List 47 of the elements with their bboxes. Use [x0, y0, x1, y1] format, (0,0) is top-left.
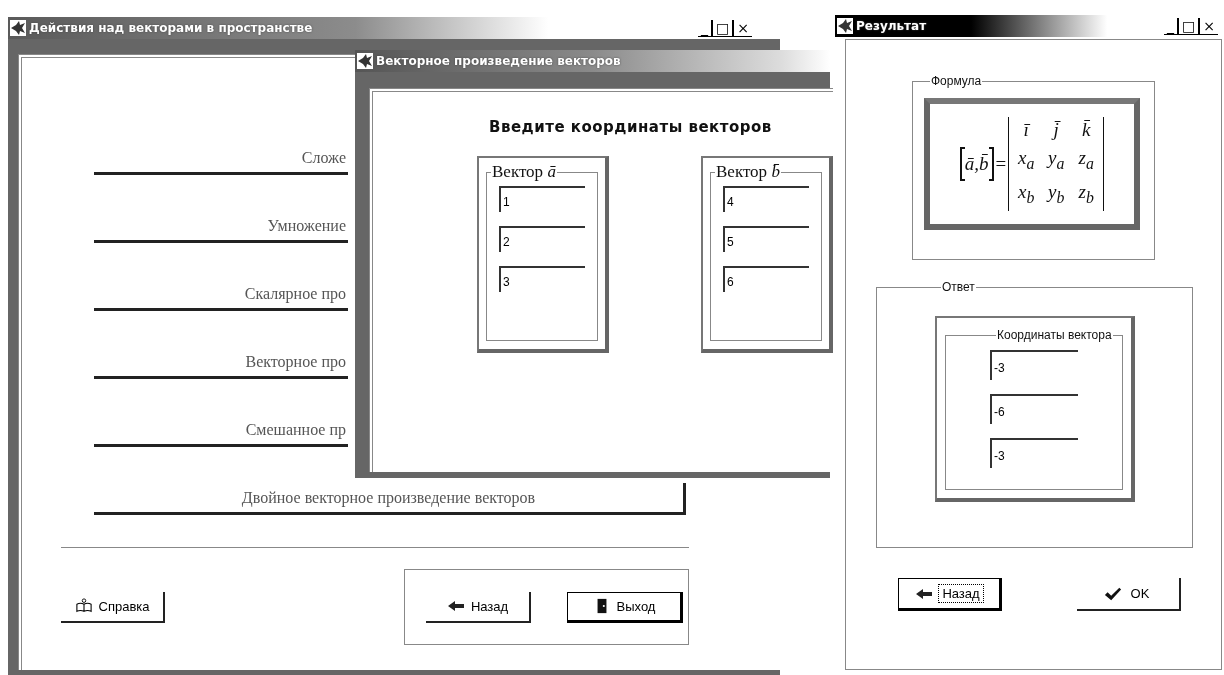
- input-field[interactable]: 1: [499, 186, 585, 212]
- close-button[interactable]: ×: [732, 19, 752, 37]
- bird-icon: [10, 20, 26, 36]
- group-label: Формула: [930, 74, 983, 88]
- matrix-entry: j̄: [1050, 118, 1062, 143]
- exit-button[interactable]: Выход: [567, 591, 683, 623]
- back-button[interactable]: Назад: [426, 591, 531, 623]
- input-field[interactable]: -6: [990, 394, 1078, 424]
- window-title: Векторное произведение векторов: [376, 54, 621, 68]
- bird-icon: [837, 18, 853, 34]
- matrix-entry: x$_{b}$: [1017, 180, 1036, 208]
- maximize-button[interactable]: □: [711, 19, 733, 37]
- check-icon: [1103, 585, 1122, 602]
- matrix-entry: k̄: [1081, 118, 1092, 143]
- input-field[interactable]: 2: [499, 226, 585, 252]
- minimize-button[interactable]: _: [698, 19, 712, 37]
- ok-button[interactable]: OK: [1077, 578, 1181, 611]
- matrix-entry: x$_{a}$: [1017, 146, 1036, 174]
- group-label: Ответ: [941, 280, 976, 294]
- formula-term: =: [995, 153, 1007, 175]
- window-title: Действия над векторами в пространстве: [29, 21, 313, 35]
- heading: Введите координаты векторов: [488, 118, 773, 136]
- minimize-button[interactable]: _: [1164, 17, 1178, 35]
- window-title: Результат: [856, 19, 927, 33]
- menu-button[interactable]: Двойное векторное произведение векторов: [94, 483, 686, 515]
- help-button[interactable]: Справка: [61, 591, 165, 623]
- left-arrow-icon: [446, 598, 465, 614]
- input-field[interactable]: -3: [990, 438, 1078, 468]
- group-label: Вектор b̄: [715, 162, 781, 182]
- back-button[interactable]: Назад: [898, 578, 1002, 611]
- formula-term: ā,b̄: [959, 147, 994, 181]
- input-field[interactable]: -3: [990, 350, 1078, 380]
- input-field[interactable]: 5: [723, 226, 809, 252]
- book-icon: [74, 598, 93, 614]
- close-button[interactable]: ×: [1198, 17, 1218, 35]
- input-field[interactable]: 3: [499, 266, 585, 292]
- maximize-button[interactable]: □: [1177, 17, 1199, 35]
- matrix-entry: ī: [1022, 118, 1032, 143]
- matrix-entry: y$_{a}$: [1045, 146, 1066, 174]
- input-field[interactable]: 6: [723, 266, 809, 292]
- matrix-entry: z$_{b}$: [1077, 180, 1095, 208]
- group-label: Координаты вектора: [996, 328, 1113, 342]
- matrix-entry: z$_{a}$: [1077, 146, 1095, 174]
- input-field[interactable]: 4: [723, 186, 809, 212]
- bird-icon: [357, 53, 373, 69]
- matrix-entry: y$_{b}$: [1045, 180, 1066, 208]
- group-label: Вектор ā: [491, 162, 557, 182]
